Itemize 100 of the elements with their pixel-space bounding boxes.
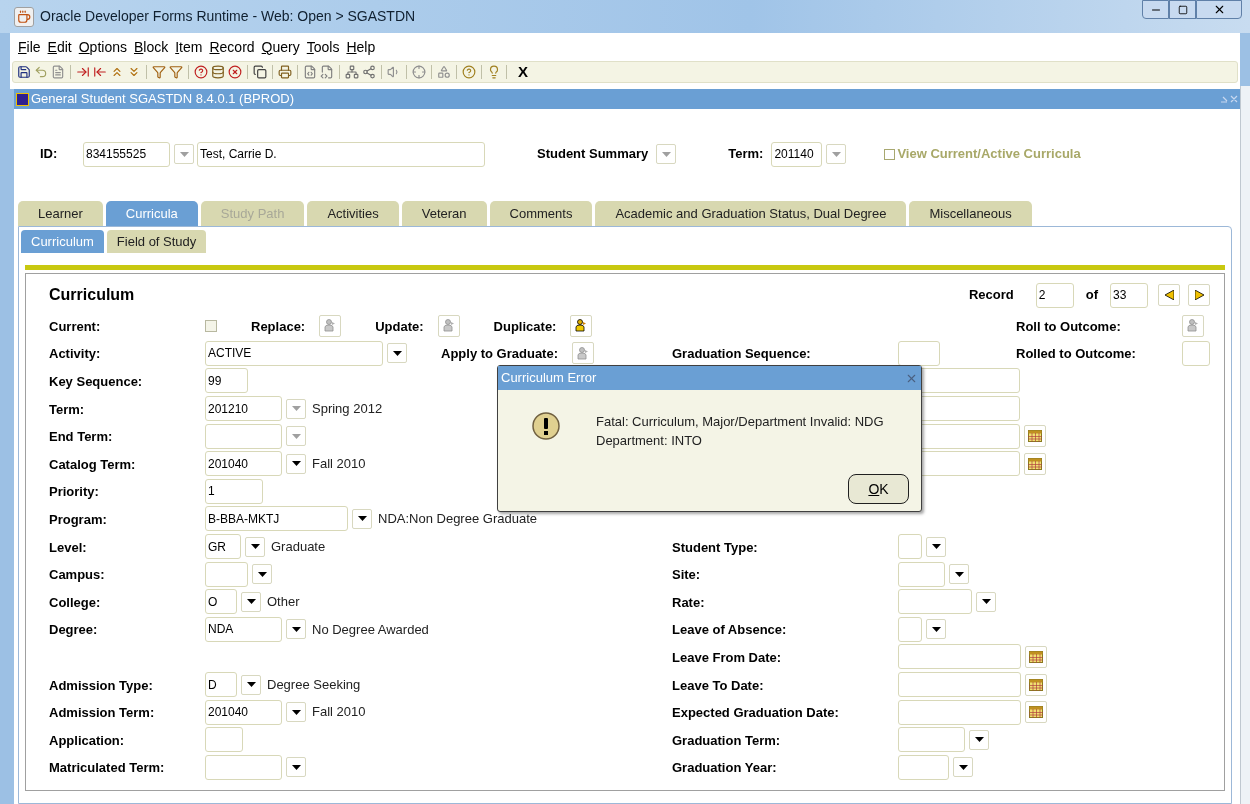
- input-field[interactable]: D: [205, 672, 237, 697]
- input-field[interactable]: [205, 727, 243, 753]
- tab[interactable]: Academic and Graduation Status, Dual Degree: [595, 201, 907, 226]
- menu-item[interactable]: Record: [209, 36, 255, 58]
- dropdown-button[interactable]: [286, 757, 306, 778]
- dropdown-button[interactable]: [926, 536, 946, 557]
- lightbulb-icon[interactable]: [487, 65, 501, 79]
- input-field[interactable]: GR: [205, 534, 241, 560]
- input-field[interactable]: 99: [205, 368, 248, 394]
- dropdown-button[interactable]: [241, 591, 261, 612]
- input-field[interactable]: ACTIVE: [205, 340, 383, 366]
- ok-button[interactable]: OK: [848, 474, 909, 504]
- menu-item[interactable]: Item: [175, 36, 203, 58]
- input-field[interactable]: [898, 340, 940, 366]
- close-button[interactable]: [1196, 0, 1242, 19]
- document-icon[interactable]: [51, 65, 65, 79]
- input-field[interactable]: 201040: [205, 699, 282, 725]
- dropdown-button[interactable]: [286, 702, 306, 723]
- caret-icon: [357, 516, 367, 522]
- dropdown-button[interactable]: [926, 619, 946, 640]
- tab[interactable]: Veteran: [401, 201, 487, 226]
- menu-item[interactable]: Query: [261, 36, 300, 58]
- input-field[interactable]: [898, 727, 965, 753]
- input-field[interactable]: [1182, 340, 1210, 366]
- checkbox[interactable]: [205, 319, 217, 332]
- checkbox[interactable]: [884, 148, 896, 160]
- input-field[interactable]: 201040: [205, 451, 282, 477]
- menu-item[interactable]: File: [18, 36, 41, 58]
- date-field[interactable]: [898, 699, 1021, 725]
- printer-icon[interactable]: [278, 65, 292, 79]
- dropdown-button[interactable]: [245, 536, 265, 557]
- dropdown-button[interactable]: [387, 343, 407, 364]
- menu-item[interactable]: Edit: [47, 36, 72, 58]
- field-label: Current:: [49, 318, 101, 334]
- input-field[interactable]: 33: [1110, 282, 1148, 308]
- input-field[interactable]: [898, 616, 922, 642]
- input-field[interactable]: [898, 754, 949, 780]
- dropdown-button[interactable]: [286, 619, 306, 640]
- share-icon[interactable]: [362, 65, 376, 79]
- calendar-button[interactable]: [1024, 452, 1046, 475]
- tab[interactable]: Learner: [18, 201, 103, 226]
- dropdown-button[interactable]: [252, 564, 272, 585]
- input-field[interactable]: NDA: [205, 616, 282, 642]
- dropdown-button[interactable]: [949, 564, 969, 585]
- input-field[interactable]: [898, 534, 922, 560]
- calendar-button[interactable]: [1025, 701, 1047, 724]
- dropdown-button[interactable]: [976, 591, 996, 612]
- minimize-button[interactable]: [1142, 0, 1169, 19]
- dropdown-button[interactable]: [953, 757, 973, 778]
- exit-button[interactable]: X: [518, 60, 528, 84]
- input-field[interactable]: [205, 423, 282, 449]
- cancel-icon[interactable]: [228, 65, 242, 79]
- input-field[interactable]: 1: [205, 478, 263, 504]
- menu-item[interactable]: Help: [346, 36, 376, 58]
- input-field[interactable]: [898, 589, 972, 615]
- insert-record-icon[interactable]: [76, 65, 90, 79]
- menu-item[interactable]: Block: [133, 36, 169, 58]
- tab[interactable]: Activities: [307, 201, 399, 226]
- network-icon[interactable]: [345, 65, 359, 79]
- code-icon[interactable]: [320, 65, 334, 79]
- input-field[interactable]: 2: [1035, 282, 1074, 308]
- input-field[interactable]: [898, 561, 945, 587]
- save-icon[interactable]: [17, 65, 31, 79]
- input-field[interactable]: O: [205, 589, 237, 615]
- menu-item[interactable]: Tools: [306, 36, 340, 58]
- tab[interactable]: Comments: [489, 201, 593, 226]
- maximize-button[interactable]: [1169, 0, 1196, 19]
- funnel-icon[interactable]: [169, 65, 183, 79]
- tab[interactable]: Miscellaneous: [909, 201, 1032, 226]
- date-field[interactable]: [898, 644, 1021, 670]
- menu-item[interactable]: Options: [78, 36, 127, 58]
- input-field[interactable]: B-BBA-MKTJ: [205, 506, 348, 532]
- input-field[interactable]: [205, 561, 248, 587]
- copy-icon[interactable]: [253, 65, 267, 79]
- person-button[interactable]: [570, 314, 593, 337]
- previous-record-button[interactable]: [1158, 284, 1180, 306]
- help-icon[interactable]: [194, 65, 208, 79]
- filter-icon[interactable]: [152, 65, 166, 79]
- field-label: Apply to Graduate:: [441, 346, 558, 362]
- calendar-button[interactable]: [1025, 673, 1047, 696]
- next-record-button[interactable]: [1188, 284, 1210, 306]
- dropdown-button[interactable]: [286, 453, 306, 474]
- input-field[interactable]: Test, Carrie D.: [197, 141, 485, 167]
- date-field[interactable]: [898, 672, 1021, 697]
- database-icon[interactable]: [211, 65, 225, 79]
- dropdown-button[interactable]: [241, 674, 261, 695]
- subtab[interactable]: Field of Study: [106, 230, 207, 253]
- dropdown-button[interactable]: [352, 508, 372, 529]
- calendar-button[interactable]: [1025, 645, 1047, 668]
- shapes-icon[interactable]: [437, 65, 451, 79]
- crosshair-icon[interactable]: [412, 65, 426, 79]
- dropdown-button[interactable]: [969, 729, 989, 750]
- window-controls-icon[interactable]: [1220, 95, 1238, 103]
- help-icon[interactable]: [462, 65, 476, 79]
- last-record-icon[interactable]: [127, 65, 141, 79]
- calendar-button[interactable]: [1024, 425, 1046, 448]
- code-icon[interactable]: [303, 65, 317, 79]
- remove-record-icon[interactable]: [93, 65, 107, 79]
- first-record-icon[interactable]: [110, 65, 124, 79]
- input-field[interactable]: [205, 754, 282, 780]
